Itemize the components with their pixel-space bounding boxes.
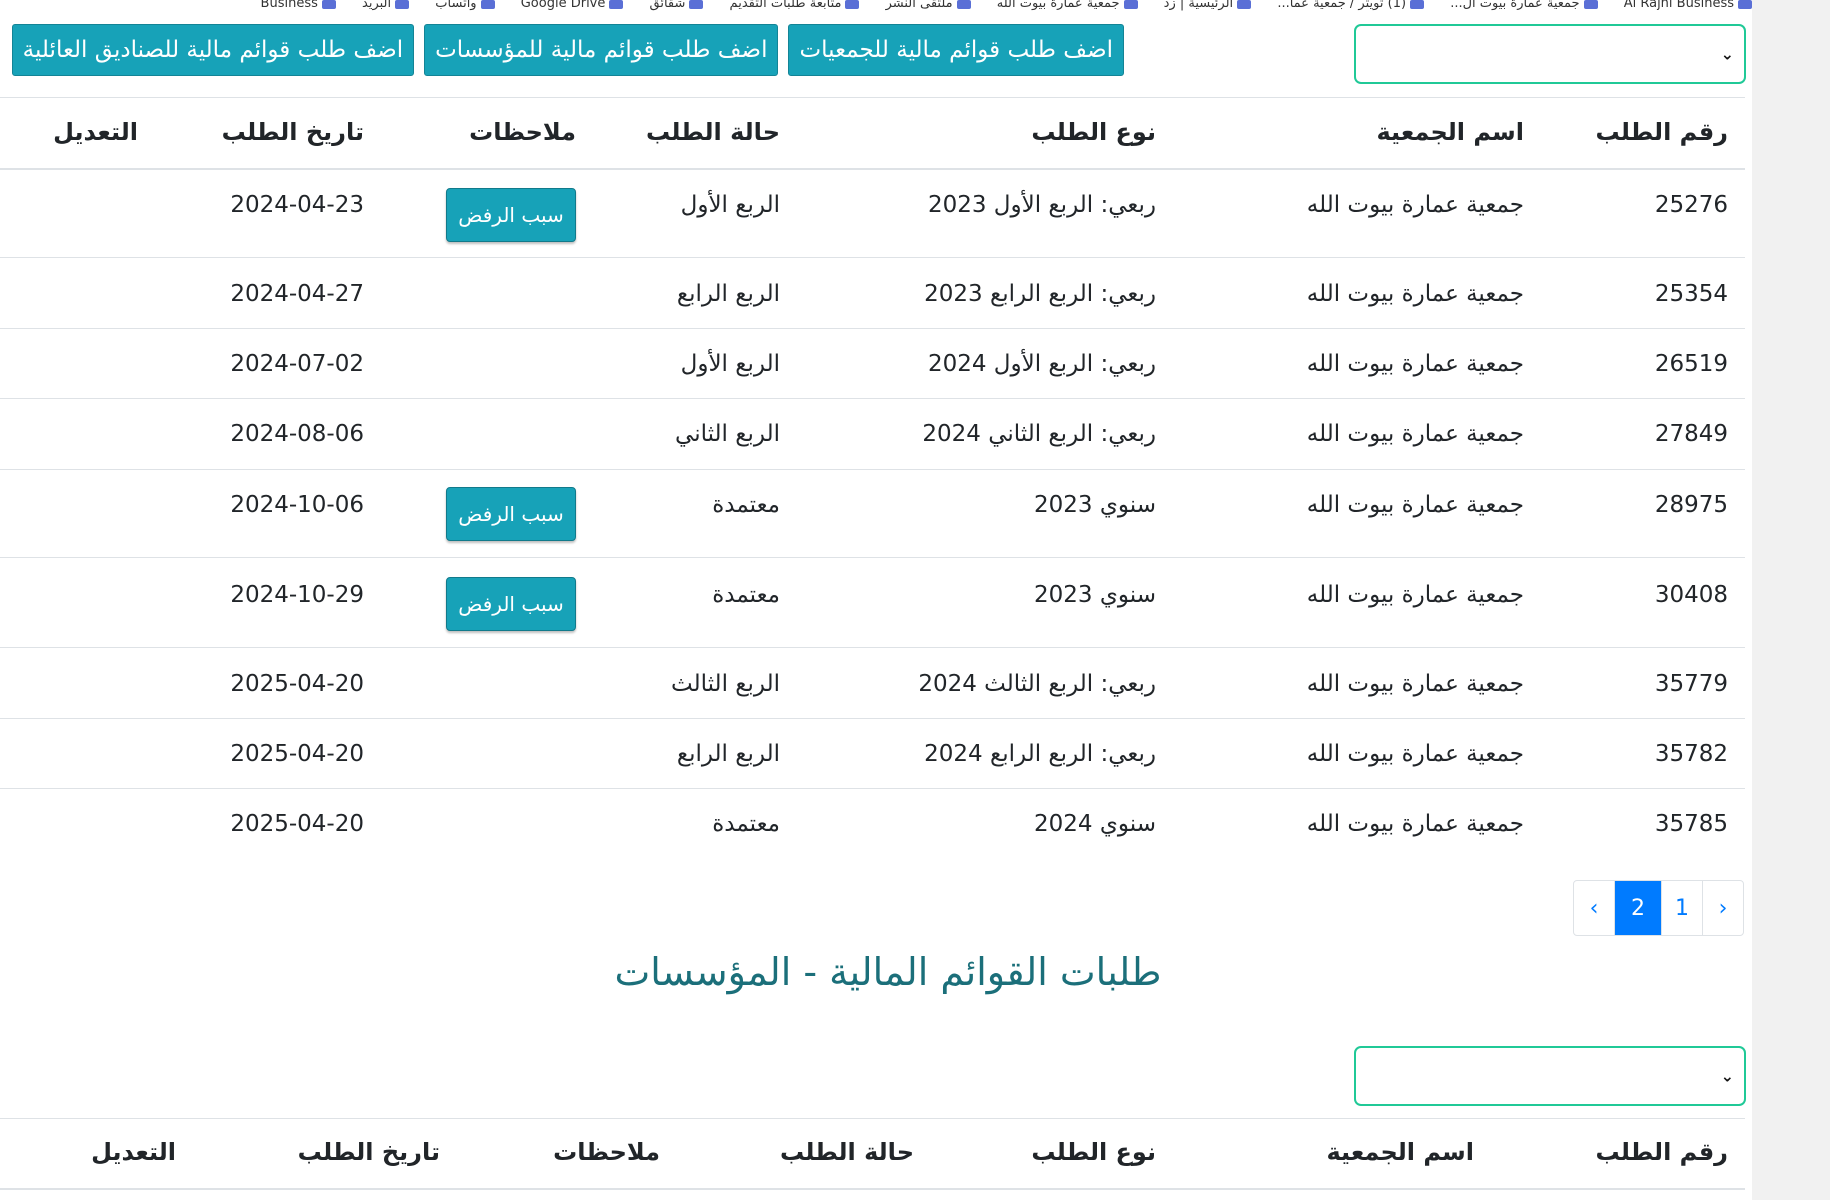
table-header-divider	[0, 168, 1745, 170]
cell-association-name: جمعية عمارة بيوت الله	[1306, 351, 1524, 377]
pagination-prev[interactable]: ‹	[1574, 881, 1614, 935]
cell-association-name: جمعية عمارة بيوت الله	[1306, 811, 1524, 837]
cell-request-date: 2024-04-23	[230, 192, 364, 218]
header-request-no: رقم الطلب	[1595, 118, 1728, 146]
cell-association-name: جمعية عمارة بيوت الله	[1306, 741, 1524, 767]
header-edit: التعديل	[53, 118, 138, 146]
divider	[0, 1118, 1745, 1119]
cell-request-status: الربع الرابع	[676, 741, 780, 767]
table-header-divider	[0, 1188, 1745, 1190]
cell-request-no: 25354	[1654, 281, 1728, 307]
cell-request-type: ربعي: الربع الثالث 2024	[918, 671, 1156, 697]
cell-request-status: الربع الأول	[680, 192, 780, 218]
add-buttons-group: اضف طلب قوائم مالية للجمعيات اضف طلب قوا…	[0, 24, 1124, 76]
cell-request-date: 2024-10-06	[230, 492, 364, 518]
cell-association-name: جمعية عمارة بيوت الله	[1306, 281, 1524, 307]
header-request-type: نوع الطلب	[1031, 118, 1156, 146]
cell-request-date: 2024-04-27	[230, 281, 364, 307]
header-request-type: نوع الطلب	[1031, 1138, 1156, 1166]
cell-request-type: ربعي: الربع الأول 2023	[927, 192, 1156, 218]
cell-request-status: معتمدة	[712, 582, 780, 608]
row-divider	[0, 469, 1745, 470]
pagination-page-2[interactable]: 2	[1614, 881, 1661, 935]
cell-request-status: الربع الرابع	[676, 281, 780, 307]
cell-request-status: الربع الثالث	[671, 671, 780, 697]
cell-association-name: جمعية عمارة بيوت الله	[1306, 582, 1524, 608]
header-request-status: حالة الطلب	[779, 1138, 914, 1166]
cell-association-name: جمعية عمارة بيوت الله	[1306, 492, 1524, 518]
cell-request-status: الربع الثاني	[675, 421, 780, 447]
row-divider	[0, 647, 1745, 648]
cell-association-name: جمعية عمارة بيوت الله	[1306, 192, 1524, 218]
header-request-status: حالة الطلب	[645, 118, 780, 146]
cell-association-name: جمعية عمارة بيوت الله	[1306, 671, 1524, 697]
row-divider	[0, 718, 1745, 719]
header-association-name: اسم الجمعية	[1376, 118, 1524, 146]
reject-reason-button[interactable]: سبب الرفض	[446, 577, 576, 631]
reject-reason-button[interactable]: سبب الرفض	[446, 188, 576, 242]
cell-request-date: 2025-04-20	[230, 811, 364, 837]
cell-request-no: 25276	[1654, 192, 1728, 218]
reject-reason-button[interactable]: سبب الرفض	[446, 487, 576, 541]
cell-request-no: 35782	[1654, 741, 1728, 767]
add-institutions-button[interactable]: اضف طلب قوائم مالية للمؤسسات	[424, 24, 779, 76]
chevron-down-icon: ⌄	[1720, 1066, 1734, 1086]
main-content: ⌄ اضف طلب قوائم مالية للجمعيات اضف طلب ق…	[0, 0, 1752, 1200]
header-request-date: تاريخ الطلب	[297, 1138, 440, 1166]
row-divider	[0, 257, 1745, 258]
cell-request-no: 35785	[1654, 811, 1728, 837]
cell-request-date: 2024-07-02	[230, 351, 364, 377]
divider	[0, 97, 1745, 98]
row-divider	[0, 398, 1745, 399]
header-notes: ملاحظات	[469, 118, 576, 146]
header-association-name: اسم الجمعية	[1326, 1138, 1474, 1166]
header-notes: ملاحظات	[553, 1138, 660, 1166]
pagination: ‹ 2 1 ›	[1573, 880, 1744, 936]
cell-request-status: الربع الأول	[680, 351, 780, 377]
cell-request-no: 28975	[1654, 492, 1728, 518]
cell-request-no: 30408	[1654, 582, 1728, 608]
cell-request-no: 26519	[1654, 351, 1728, 377]
section-title: طلبات القوائم المالية - المؤسسات	[614, 950, 1162, 994]
chevron-down-icon: ⌄	[1720, 44, 1734, 64]
cell-request-no: 27849	[1654, 421, 1728, 447]
filter-select[interactable]: ⌄	[1354, 24, 1746, 84]
cell-request-type: سنوي 2023	[1034, 492, 1156, 518]
pagination-page-1[interactable]: 1	[1661, 881, 1702, 935]
cell-request-type: سنوي 2024	[1034, 811, 1156, 837]
cell-association-name: جمعية عمارة بيوت الله	[1306, 421, 1524, 447]
cell-request-status: معتمدة	[712, 811, 780, 837]
row-divider	[0, 328, 1745, 329]
cell-request-type: ربعي: الربع الرابع 2023	[924, 281, 1156, 307]
cell-request-type: ربعي: الربع الرابع 2024	[924, 741, 1156, 767]
cell-request-date: 2025-04-20	[230, 741, 364, 767]
cell-request-status: معتمدة	[712, 492, 780, 518]
pagination-next[interactable]: ›	[1702, 881, 1743, 935]
scrollbar-track[interactable]	[1752, 0, 1830, 1200]
cell-request-date: 2024-08-06	[230, 421, 364, 447]
header-request-no: رقم الطلب	[1595, 1138, 1728, 1166]
row-divider	[0, 557, 1745, 558]
cell-request-date: 2024-10-29	[230, 582, 364, 608]
add-family-funds-button[interactable]: اضف طلب قوائم مالية للصناديق العائلية	[11, 24, 415, 76]
cell-request-date: 2025-04-20	[230, 671, 364, 697]
cell-request-type: ربعي: الربع الأول 2024	[927, 351, 1156, 377]
row-divider	[0, 788, 1745, 789]
header-edit: التعديل	[91, 1138, 176, 1166]
filter-select-institutions[interactable]: ⌄	[1354, 1046, 1746, 1106]
add-associations-button[interactable]: اضف طلب قوائم مالية للجمعيات	[788, 24, 1124, 76]
cell-request-type: ربعي: الربع الثاني 2024	[922, 421, 1156, 447]
header-request-date: تاريخ الطلب	[221, 118, 364, 146]
cell-request-no: 35779	[1654, 671, 1728, 697]
cell-request-type: سنوي 2023	[1034, 582, 1156, 608]
